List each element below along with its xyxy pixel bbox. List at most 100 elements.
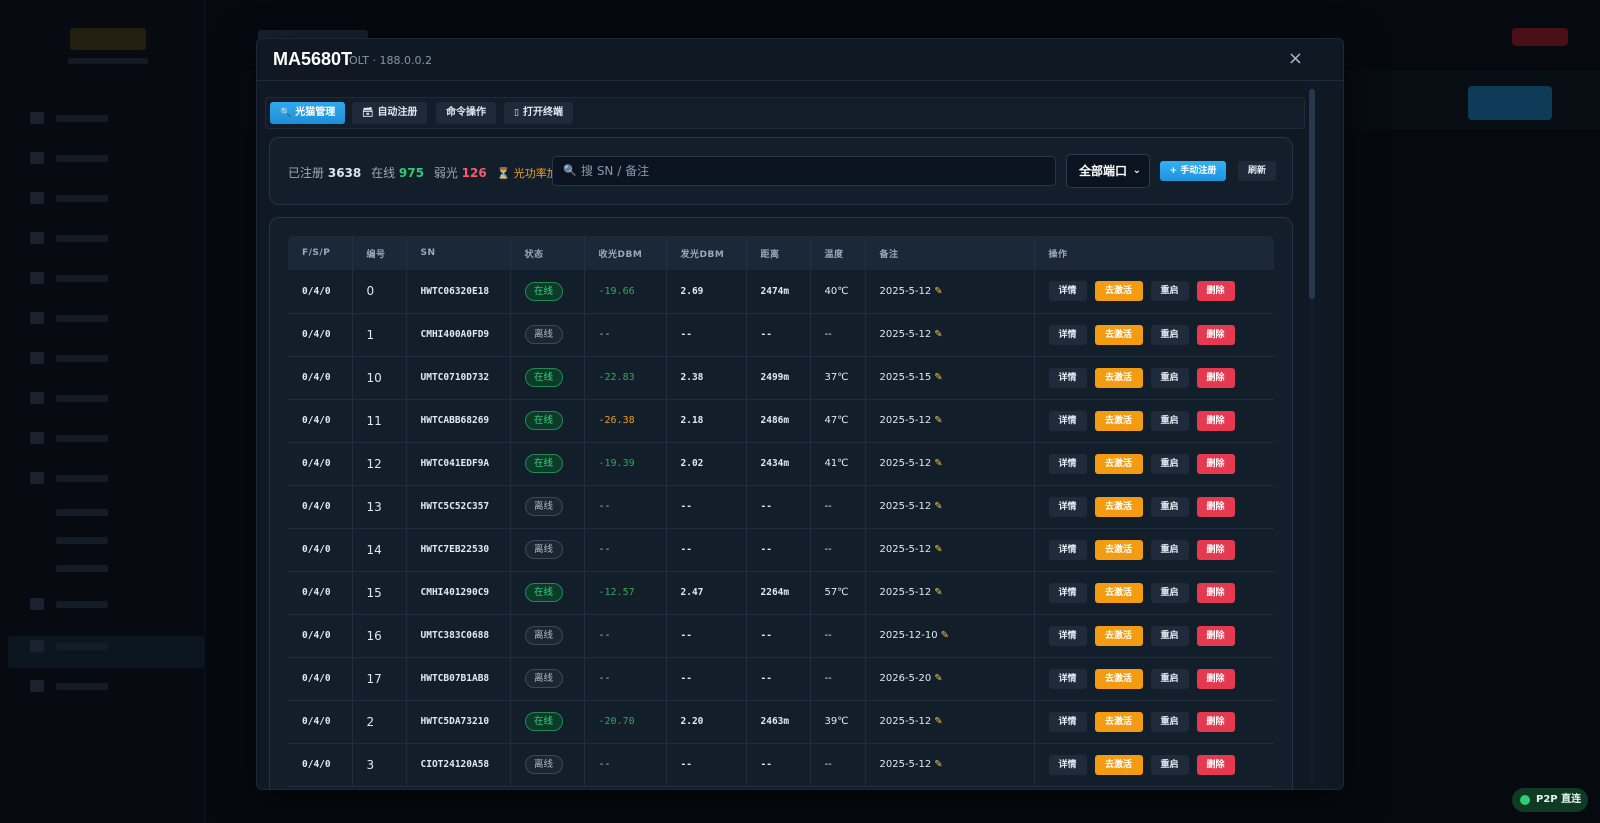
delete-button[interactable]: 删除 — [1196, 453, 1235, 474]
delete-button[interactable]: 删除 — [1196, 711, 1235, 732]
reboot-button[interactable]: 重启 — [1150, 754, 1189, 775]
detail-button[interactable]: 详情 — [1048, 496, 1087, 517]
deactivate-button[interactable]: 去激活 — [1094, 410, 1143, 431]
detail-button[interactable]: 详情 — [1048, 539, 1087, 560]
edit-pencil-icon[interactable]: ✎ — [934, 415, 942, 426]
detail-button[interactable]: 详情 — [1048, 668, 1087, 689]
edit-pencil-icon[interactable]: ✎ — [934, 286, 942, 297]
reboot-button[interactable]: 重启 — [1150, 625, 1189, 646]
sn-cell: HWTC5C52C357 — [406, 485, 511, 529]
tab-onu-management[interactable]: 🔍 光猫管理 — [270, 102, 346, 124]
rx-power-value: -19.66 — [598, 285, 635, 297]
reboot-button[interactable]: 重启 — [1150, 711, 1189, 732]
deactivate-button[interactable]: 去激活 — [1094, 367, 1143, 388]
deactivate-button[interactable]: 去激活 — [1094, 668, 1143, 689]
port-select[interactable]: 全部端口 ⌄ — [1066, 154, 1150, 188]
manual-register-button[interactable]: + 手动注册 — [1160, 161, 1226, 181]
delete-button[interactable]: 删除 — [1196, 754, 1235, 775]
column-header: 距离 — [746, 236, 811, 270]
onu-id-cell: 14 — [352, 528, 407, 572]
rx-power-cell: -- — [584, 313, 667, 357]
distance-cell: -- — [746, 657, 811, 701]
note-value: 2025-12-10 — [879, 630, 938, 641]
distance-cell: 2474m — [746, 270, 811, 314]
deactivate-button[interactable]: 去激活 — [1094, 625, 1143, 646]
detail-button[interactable]: 详情 — [1048, 410, 1087, 431]
tab-terminal[interactable]: ▯ 打开终端 — [504, 102, 573, 124]
detail-button[interactable]: 详情 — [1048, 711, 1087, 732]
search-input[interactable]: 🔍 搜 SN / 备注 — [552, 156, 1056, 186]
note-cell: 2025-5-12 ✎ — [865, 313, 1035, 357]
detail-button[interactable]: 详情 — [1048, 625, 1087, 646]
table-row: 0/4/0 10 UMTC0710D732 在线 -22.83 2.38 2499m 37℃ 2… — [288, 356, 1274, 400]
deactivate-button[interactable]: 去激活 — [1094, 539, 1143, 560]
delete-button[interactable]: 删除 — [1196, 582, 1235, 603]
detail-button[interactable]: 详情 — [1048, 324, 1087, 345]
tx-power-cell: 2.02 — [666, 442, 747, 486]
refresh-button[interactable]: 刷新 — [1238, 161, 1276, 181]
reboot-button[interactable]: 重启 — [1150, 582, 1189, 603]
detail-button[interactable]: 详情 — [1048, 754, 1087, 775]
temperature-cell: 47℃ — [810, 399, 866, 443]
fsp-cell: 0/4/0 — [288, 399, 353, 443]
deactivate-button[interactable]: 去激活 — [1094, 582, 1143, 603]
deactivate-button[interactable]: 去激活 — [1094, 496, 1143, 517]
note-value: 2025-5-15 — [879, 372, 932, 383]
delete-button[interactable]: 删除 — [1196, 281, 1235, 302]
delete-button[interactable]: 删除 — [1196, 324, 1235, 345]
tx-power-cell: 2.69 — [666, 270, 747, 314]
registered-label: 已注册 — [288, 166, 325, 180]
onu-id-cell: 12 — [352, 442, 407, 486]
deactivate-button[interactable]: 去激活 — [1094, 281, 1143, 302]
tab-auto-register[interactable]: 🗃 自动注册 — [352, 102, 428, 124]
reboot-button[interactable]: 重启 — [1150, 539, 1189, 560]
reboot-button[interactable]: 重启 — [1150, 410, 1189, 431]
close-icon[interactable]: × — [1288, 48, 1303, 69]
edit-pencil-icon[interactable]: ✎ — [934, 587, 942, 598]
deactivate-button[interactable]: 去激活 — [1094, 754, 1143, 775]
edit-pencil-icon[interactable]: ✎ — [934, 759, 942, 770]
detail-button[interactable]: 详情 — [1048, 453, 1087, 474]
deactivate-button[interactable]: 去激活 — [1094, 324, 1143, 345]
edit-pencil-icon[interactable]: ✎ — [934, 716, 942, 727]
status-badge: 在线 — [524, 583, 563, 602]
delete-button[interactable]: 删除 — [1196, 367, 1235, 388]
table-row: 0/4/0 15 CMHI401290C9 在线 -12.57 2.47 2264m 57℃ 2… — [288, 571, 1274, 615]
deactivate-button[interactable]: 去激活 — [1094, 453, 1143, 474]
detail-button[interactable]: 详情 — [1048, 281, 1087, 302]
reboot-button[interactable]: 重启 — [1150, 668, 1189, 689]
tab-commands[interactable]: 命令操作 — [436, 102, 496, 124]
edit-pencil-icon[interactable]: ✎ — [934, 372, 942, 383]
delete-button[interactable]: 删除 — [1196, 668, 1235, 689]
modal-scrollbar-thumb[interactable] — [1309, 89, 1315, 299]
detail-button[interactable]: 详情 — [1048, 582, 1087, 603]
edit-pencil-icon[interactable]: ✎ — [934, 458, 942, 469]
distance-cell: -- — [746, 528, 811, 572]
reboot-button[interactable]: 重启 — [1150, 281, 1189, 302]
reboot-button[interactable]: 重启 — [1150, 496, 1189, 517]
status-badge: 离线 — [524, 540, 563, 559]
reboot-button[interactable]: 重启 — [1150, 453, 1189, 474]
edit-pencil-icon[interactable]: ✎ — [934, 501, 942, 512]
delete-button[interactable]: 删除 — [1196, 410, 1235, 431]
sn-cell: HWTC06320E18 — [406, 270, 511, 314]
column-header: F/S/P — [288, 236, 353, 270]
delete-button[interactable]: 删除 — [1196, 539, 1235, 560]
tx-power-cell: -- — [666, 528, 747, 572]
detail-button[interactable]: 详情 — [1048, 367, 1087, 388]
edit-pencil-icon[interactable]: ✎ — [934, 673, 942, 684]
onu-id-cell: 0 — [352, 270, 407, 314]
edit-pencil-icon[interactable]: ✎ — [934, 329, 942, 340]
delete-button[interactable]: 删除 — [1196, 496, 1235, 517]
temperature-cell: 37℃ — [810, 356, 866, 400]
delete-button[interactable]: 删除 — [1196, 625, 1235, 646]
deactivate-button[interactable]: 去激活 — [1094, 711, 1143, 732]
rx-power-cell: -26.38 — [584, 399, 667, 443]
reboot-button[interactable]: 重启 — [1150, 367, 1189, 388]
registered-count: 3638 — [327, 166, 362, 180]
edit-pencil-icon[interactable]: ✎ — [934, 544, 942, 555]
edit-pencil-icon[interactable]: ✎ — [941, 630, 949, 641]
reboot-button[interactable]: 重启 — [1150, 324, 1189, 345]
status-cell: 离线 — [510, 528, 585, 572]
distance-cell: 2434m — [746, 442, 811, 486]
